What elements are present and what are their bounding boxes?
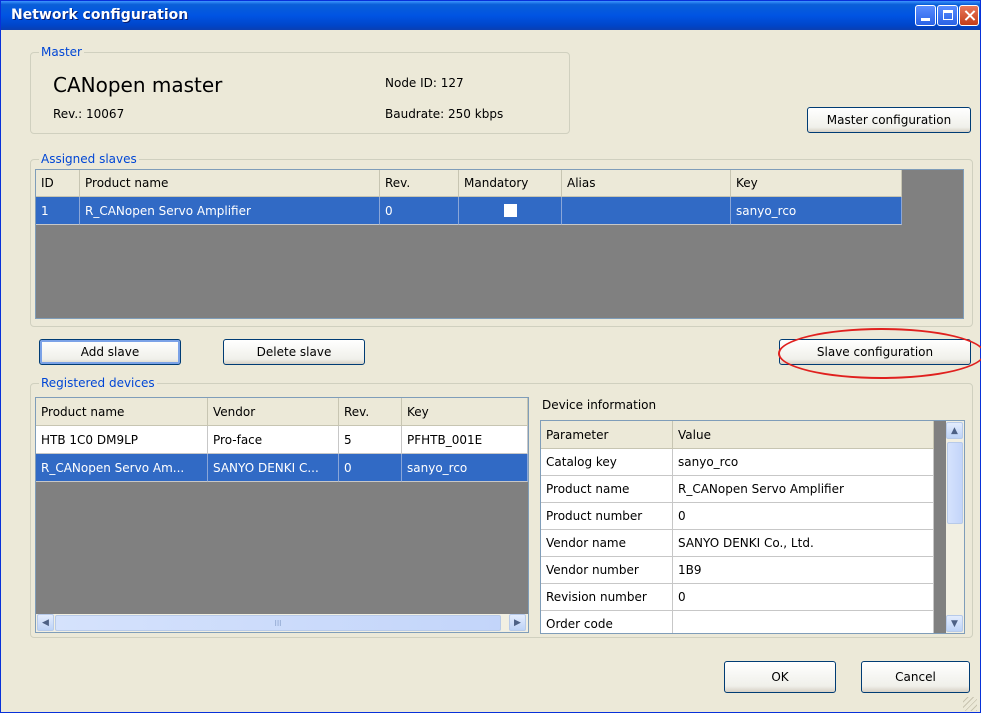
column-header-value[interactable]: Value bbox=[673, 421, 934, 449]
column-header-product-name[interactable]: Product name bbox=[36, 398, 208, 426]
assigned-slaves-label: Assigned slaves bbox=[39, 152, 139, 166]
scroll-up-button[interactable]: ▲ bbox=[946, 422, 963, 439]
param-name: Product name bbox=[541, 476, 673, 503]
param-name: Order code bbox=[541, 611, 673, 633]
close-button[interactable] bbox=[959, 5, 979, 26]
param-name: Product number bbox=[541, 503, 673, 530]
table-row[interactable]: R_CANopen Servo Am... SANYO DENKI C... 0… bbox=[36, 454, 528, 482]
slave-key: sanyo_rco bbox=[731, 197, 902, 225]
arrow-up-icon: ▲ bbox=[951, 425, 958, 436]
param-name: Vendor name bbox=[541, 530, 673, 557]
param-name: Catalog key bbox=[541, 449, 673, 476]
table-row[interactable]: Product number 0 bbox=[541, 503, 934, 530]
maximize-icon bbox=[943, 10, 953, 20]
param-value: 0 bbox=[673, 584, 934, 611]
device-product-name: R_CANopen Servo Am... bbox=[36, 454, 208, 482]
device-key: sanyo_rco bbox=[402, 454, 528, 482]
window-title: Network configuration bbox=[11, 7, 189, 23]
master-name: CANopen master bbox=[53, 73, 223, 97]
registered-devices-grid[interactable]: Product name Vendor Rev. Key HTB 1C0 DM9… bbox=[35, 397, 529, 633]
registered-devices-header: Product name Vendor Rev. Key bbox=[36, 398, 528, 426]
master-baudrate: Baudrate: 250 kbps bbox=[385, 107, 504, 121]
device-info-header: Parameter Value bbox=[541, 421, 934, 449]
title-bar[interactable]: Network configuration bbox=[1, 1, 980, 30]
device-rev: 5 bbox=[339, 426, 402, 454]
table-row[interactable]: Catalog key sanyo_rco bbox=[541, 449, 934, 476]
column-header-rev[interactable]: Rev. bbox=[339, 398, 402, 426]
table-row[interactable]: 1 R_CANopen Servo Amplifier 0 sanyo_rco bbox=[36, 197, 902, 225]
master-rev: Rev.: 10067 bbox=[53, 107, 125, 121]
device-information-grid[interactable]: Parameter Value Catalog key sanyo_rco Pr… bbox=[540, 420, 965, 634]
table-row[interactable]: Product name R_CANopen Servo Amplifier bbox=[541, 476, 934, 503]
slave-mandatory-cell bbox=[459, 197, 562, 225]
column-header-key[interactable]: Key bbox=[731, 170, 902, 197]
resize-grip-icon[interactable] bbox=[963, 697, 977, 711]
param-value: SANYO DENKI Co., Ltd. bbox=[673, 530, 934, 557]
scroll-left-button[interactable]: ◀ bbox=[37, 614, 54, 631]
scroll-down-button[interactable]: ▼ bbox=[946, 615, 963, 632]
column-header-id[interactable]: ID bbox=[36, 170, 80, 197]
delete-slave-button[interactable]: Delete slave bbox=[223, 339, 365, 365]
arrow-right-icon: ▶ bbox=[514, 617, 521, 628]
device-rev: 0 bbox=[339, 454, 402, 482]
table-row[interactable]: HTB 1C0 DM9LP Pro-face 5 PFHTB_001E bbox=[36, 426, 528, 454]
scroll-thumb[interactable]: III bbox=[55, 615, 501, 631]
table-row[interactable]: Vendor name SANYO DENKI Co., Ltd. bbox=[541, 530, 934, 557]
minimize-button[interactable] bbox=[915, 5, 936, 26]
arrow-down-icon: ▼ bbox=[951, 618, 958, 629]
device-key: PFHTB_001E bbox=[402, 426, 528, 454]
scroll-thumb[interactable] bbox=[947, 442, 963, 524]
mandatory-checkbox[interactable] bbox=[503, 204, 517, 217]
network-configuration-window: Network configuration Master CANopen mas… bbox=[0, 0, 981, 713]
column-header-alias[interactable]: Alias bbox=[562, 170, 731, 197]
scroll-right-button[interactable]: ▶ bbox=[509, 614, 526, 631]
arrow-left-icon: ◀ bbox=[42, 617, 49, 628]
param-value: 0 bbox=[673, 503, 934, 530]
assigned-slaves-grid[interactable]: ID Product name Rev. Mandatory Alias Key… bbox=[35, 169, 964, 319]
ok-button[interactable]: OK bbox=[724, 661, 836, 693]
add-slave-button[interactable]: Add slave bbox=[39, 339, 181, 365]
column-header-parameter[interactable]: Parameter bbox=[541, 421, 673, 449]
device-information-label: Device information bbox=[542, 398, 657, 412]
device-vendor: SANYO DENKI C... bbox=[208, 454, 339, 482]
param-name: Vendor number bbox=[541, 557, 673, 584]
table-row[interactable]: Vendor number 1B9 bbox=[541, 557, 934, 584]
master-group-label: Master bbox=[39, 45, 84, 59]
column-header-product-name[interactable]: Product name bbox=[80, 170, 380, 197]
column-header-rev[interactable]: Rev. bbox=[380, 170, 459, 197]
master-node-id: Node ID: 127 bbox=[385, 76, 464, 90]
slave-rev: 0 bbox=[380, 197, 459, 225]
master-configuration-button[interactable]: Master configuration bbox=[807, 107, 971, 133]
column-header-vendor[interactable]: Vendor bbox=[208, 398, 339, 426]
column-header-key[interactable]: Key bbox=[402, 398, 528, 426]
device-product-name: HTB 1C0 DM9LP bbox=[36, 426, 208, 454]
slave-alias[interactable] bbox=[562, 197, 731, 225]
device-vendor: Pro-face bbox=[208, 426, 339, 454]
column-header-mandatory[interactable]: Mandatory bbox=[459, 170, 562, 197]
horizontal-scrollbar[interactable]: ◀ III ▶ bbox=[36, 614, 528, 632]
vertical-scrollbar[interactable]: ▲ ▼ bbox=[946, 421, 964, 633]
param-name: Revision number bbox=[541, 584, 673, 611]
table-row[interactable]: Order code bbox=[541, 611, 934, 633]
assigned-slaves-header: ID Product name Rev. Mandatory Alias Key bbox=[36, 170, 902, 197]
param-value bbox=[673, 611, 934, 633]
table-row[interactable]: Revision number 0 bbox=[541, 584, 934, 611]
highlight-annotation bbox=[778, 328, 981, 379]
scroll-grip: III bbox=[274, 618, 282, 628]
param-value: R_CANopen Servo Amplifier bbox=[673, 476, 934, 503]
slave-id: 1 bbox=[36, 197, 80, 225]
maximize-button[interactable] bbox=[937, 5, 958, 26]
minimize-icon bbox=[921, 18, 930, 21]
cancel-button[interactable]: Cancel bbox=[861, 661, 970, 693]
slave-product-name: R_CANopen Servo Amplifier bbox=[80, 197, 380, 225]
param-value: 1B9 bbox=[673, 557, 934, 584]
param-value: sanyo_rco bbox=[673, 449, 934, 476]
registered-devices-label: Registered devices bbox=[39, 376, 157, 390]
